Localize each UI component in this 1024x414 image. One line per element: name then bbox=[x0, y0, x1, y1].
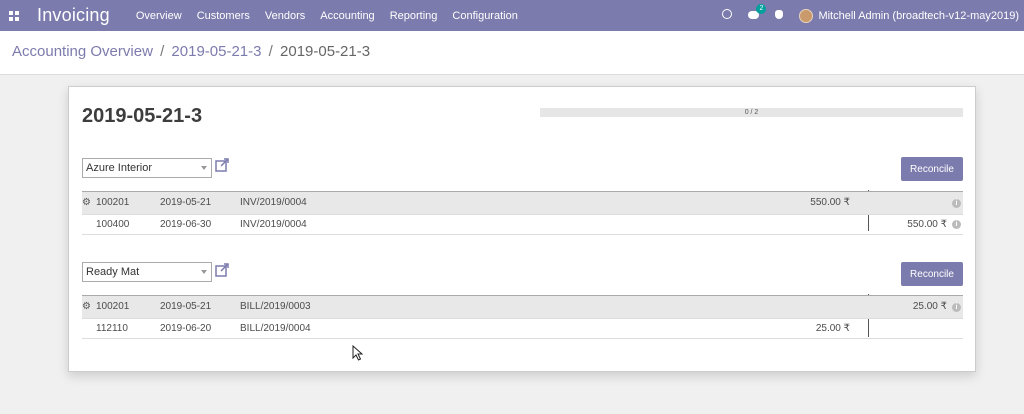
breadcrumb: Accounting Overview / 2019-05-21-3 / 201… bbox=[12, 43, 370, 60]
reference-cell: BILL/2019/0004 bbox=[240, 323, 311, 334]
user-name: Mitchell Admin (broadtech-v12-may2019) bbox=[818, 9, 1019, 22]
reconcile-progress-bar: 0 / 2 bbox=[540, 108, 963, 117]
partner-select-value: Azure Interior bbox=[86, 162, 153, 174]
credit-cell: 550.00 ₹ bbox=[907, 219, 947, 230]
top-navbar: Invoicing Overview Customers Vendors Acc… bbox=[0, 0, 1024, 31]
partner-select[interactable]: Azure Interior bbox=[82, 158, 212, 178]
menu-configuration[interactable]: Configuration bbox=[452, 10, 517, 22]
account-cell: 112110 bbox=[96, 323, 128, 334]
menu-overview[interactable]: Overview bbox=[136, 10, 182, 22]
account-cell: 100201 bbox=[96, 301, 130, 312]
account-cell: 100400 bbox=[96, 219, 130, 230]
external-link-icon[interactable] bbox=[215, 263, 230, 277]
control-panel: Accounting Overview / 2019-05-21-3 / 201… bbox=[0, 31, 1024, 75]
mouse-cursor-icon bbox=[352, 345, 364, 361]
debit-cell: 25.00 ₹ bbox=[815, 323, 850, 334]
menu-customers[interactable]: Customers bbox=[197, 10, 250, 22]
app-brand[interactable]: Invoicing bbox=[37, 5, 110, 26]
page-title: 2019-05-21-3 bbox=[82, 105, 203, 127]
table-row[interactable]: ⚙ 100201 2019-05-21 BILL/2019/0003 25.00… bbox=[82, 295, 963, 319]
reconcile-button[interactable]: Reconcile bbox=[901, 262, 963, 286]
move-lines-table: ⚙ 100201 2019-05-21 INV/2019/0004 550.00… bbox=[82, 190, 963, 235]
user-menu[interactable]: Mitchell Admin (broadtech-v12-may2019) bbox=[799, 8, 1019, 23]
date-cell: 2019-06-20 bbox=[160, 323, 212, 334]
credit-cell: 25.00 ₹ bbox=[912, 301, 947, 312]
main-menu: Overview Customers Vendors Accounting Re… bbox=[136, 10, 533, 22]
activity-clock-icon[interactable] bbox=[722, 9, 733, 22]
partner-select[interactable]: Ready Mat bbox=[82, 262, 212, 282]
gear-icon[interactable]: ⚙ bbox=[82, 192, 91, 214]
date-cell: 2019-05-21 bbox=[160, 197, 212, 208]
account-cell: 100201 bbox=[96, 197, 130, 208]
table-row[interactable]: 112110 2019-06-20 BILL/2019/0004 25.00 ₹ bbox=[82, 319, 963, 339]
debit-cell: 550.00 ₹ bbox=[810, 197, 850, 208]
chevron-down-icon bbox=[201, 166, 207, 170]
breadcrumb-accounting-overview[interactable]: Accounting Overview bbox=[12, 43, 153, 60]
info-icon[interactable]: i bbox=[952, 220, 961, 229]
menu-accounting[interactable]: Accounting bbox=[320, 10, 374, 22]
breadcrumb-separator: / bbox=[268, 43, 273, 60]
partner-select-value: Ready Mat bbox=[86, 266, 140, 278]
debug-bug-icon[interactable] bbox=[775, 9, 784, 22]
table-row[interactable]: ⚙ 100201 2019-05-21 INV/2019/0004 550.00… bbox=[82, 191, 963, 215]
info-icon[interactable]: i bbox=[952, 199, 961, 208]
reconcile-button[interactable]: Reconcile bbox=[901, 157, 963, 181]
reconciliation-sheet: 2019-05-21-3 0 / 2 Azure Interior Reconc… bbox=[68, 86, 976, 372]
table-row[interactable]: 100400 2019-06-30 INV/2019/0004 550.00 ₹… bbox=[82, 215, 963, 235]
avatar bbox=[799, 8, 814, 23]
menu-vendors[interactable]: Vendors bbox=[265, 10, 305, 22]
chevron-down-icon bbox=[201, 270, 207, 274]
date-cell: 2019-06-30 bbox=[160, 219, 212, 230]
external-link-icon[interactable] bbox=[215, 158, 230, 172]
breadcrumb-statement[interactable]: 2019-05-21-3 bbox=[171, 43, 261, 60]
reference-cell: INV/2019/0004 bbox=[240, 219, 307, 230]
gear-icon[interactable]: ⚙ bbox=[82, 296, 91, 318]
chat-badge: 2 bbox=[756, 3, 767, 14]
systray: 2 Mitchell Admin (broadtech-v12-may2019) bbox=[722, 0, 1024, 31]
apps-menu-icon[interactable] bbox=[0, 0, 28, 31]
info-icon[interactable]: i bbox=[952, 303, 961, 312]
reference-cell: BILL/2019/0003 bbox=[240, 301, 311, 312]
discuss-chat-icon[interactable]: 2 bbox=[748, 3, 767, 22]
date-cell: 2019-05-21 bbox=[160, 301, 212, 312]
breadcrumb-current: 2019-05-21-3 bbox=[280, 43, 371, 60]
breadcrumb-separator: / bbox=[160, 43, 165, 60]
move-lines-table: ⚙ 100201 2019-05-21 BILL/2019/0003 25.00… bbox=[82, 294, 963, 339]
menu-reporting[interactable]: Reporting bbox=[390, 10, 438, 22]
reference-cell: INV/2019/0004 bbox=[240, 197, 307, 208]
